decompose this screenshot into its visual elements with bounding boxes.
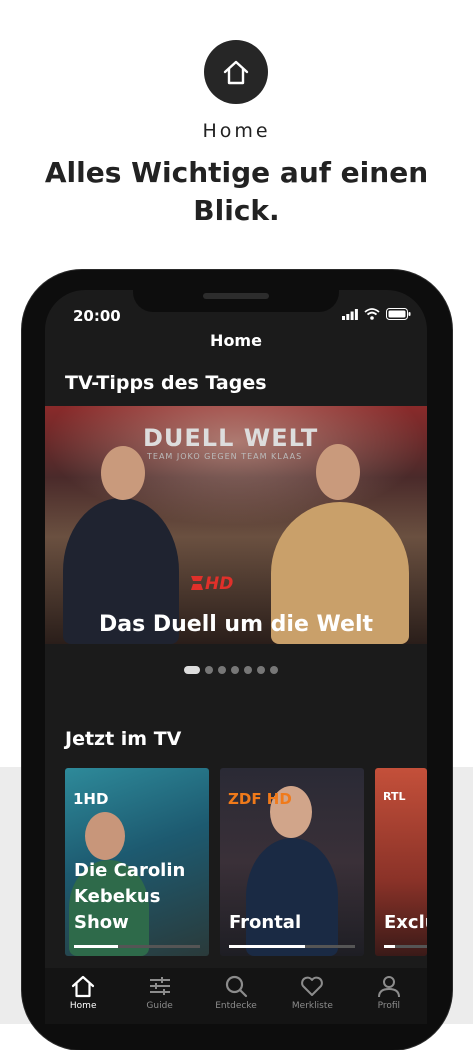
progress-bar: [74, 945, 200, 948]
hero-channel-logo: HD: [205, 574, 234, 594]
carousel-indicator: [184, 666, 278, 674]
hero-card[interactable]: DUELL WELT TEAM JOKO GEGEN TEAM KLAAS HD…: [45, 406, 427, 644]
channel-logo: 1HD: [73, 790, 109, 808]
tab-label: Home: [69, 1001, 97, 1011]
now-on-tv-card[interactable]: 1HD Die Carolin Kebekus Show: [65, 768, 209, 956]
carousel-dot[interactable]: [257, 666, 265, 674]
tab-label: Profil: [377, 1001, 401, 1011]
card-title: Die Carolin Kebekus Show: [74, 860, 186, 933]
channel-logo: RTL: [383, 790, 406, 803]
heart-icon: [301, 976, 324, 996]
card-title: Exclu: [384, 912, 427, 933]
guide-icon: [149, 977, 170, 995]
wifi-icon: [364, 308, 380, 320]
battery-icon: [386, 308, 411, 320]
tab-guide[interactable]: Guide: [121, 968, 197, 1024]
now-on-tv-card[interactable]: ZDF HD Frontal: [220, 768, 364, 956]
progress-fill: [74, 945, 118, 948]
search-icon: [225, 975, 248, 998]
progress-bar: [229, 945, 355, 948]
now-on-tv-card[interactable]: RTL Exclu: [375, 768, 427, 956]
hero-person-left-head: [101, 446, 145, 500]
phone-notch: [133, 290, 339, 312]
carousel-dot[interactable]: [205, 666, 213, 674]
progress-fill: [229, 945, 305, 948]
tab-bar: Home Guide Entdecke Merkliste Profil: [45, 968, 427, 1024]
home-icon: [72, 975, 95, 998]
card-person-head: [85, 812, 125, 860]
carousel-dot[interactable]: [270, 666, 278, 674]
carousel-dot[interactable]: [244, 666, 252, 674]
profile-icon: [377, 976, 400, 998]
progress-fill: [384, 945, 395, 948]
tab-merkliste[interactable]: Merkliste: [274, 968, 350, 1024]
status-icons: [342, 308, 411, 320]
tab-entdecke[interactable]: Entdecke: [198, 968, 274, 1024]
tab-label: Merkliste: [291, 1001, 333, 1011]
tips-heading: TV-Tipps des Tages: [65, 372, 267, 394]
card-title: Frontal: [229, 912, 302, 933]
carousel-dot-active[interactable]: [184, 666, 200, 674]
status-time: 20:00: [73, 307, 121, 325]
tab-label: Entdecke: [215, 1001, 257, 1011]
tab-label: Guide: [146, 1001, 173, 1011]
now-on-tv-heading: Jetzt im TV: [65, 728, 182, 750]
progress-bar: [384, 945, 427, 948]
channel-logo: ZDF HD: [228, 790, 292, 808]
top-bar: Home: [45, 328, 427, 360]
hero-person-right-head: [316, 444, 360, 500]
tab-profil[interactable]: Profil: [351, 968, 427, 1024]
hero-show-logo-subtitle: TEAM JOKO GEGEN TEAM KLAAS: [147, 452, 303, 461]
phone-screen: 20:00 Home TV-Tipps des Tages DUELL WELT…: [45, 290, 427, 1024]
tab-home[interactable]: Home: [45, 968, 121, 1024]
hero-show-logo: DUELL WELT: [143, 424, 319, 452]
speaker: [203, 293, 269, 299]
carousel-dot[interactable]: [231, 666, 239, 674]
hero-title: Das Duell um die Welt: [98, 612, 374, 637]
signal-icon: [342, 308, 358, 320]
top-bar-title: Home: [210, 331, 262, 350]
channel-logo-icon: [191, 576, 203, 590]
promo-label: Home: [202, 120, 271, 142]
card-person: [246, 838, 338, 956]
promo-headline: Alles Wichtige auf einen Blick.: [44, 156, 429, 227]
carousel-dot[interactable]: [218, 666, 226, 674]
home-icon: [204, 40, 268, 104]
